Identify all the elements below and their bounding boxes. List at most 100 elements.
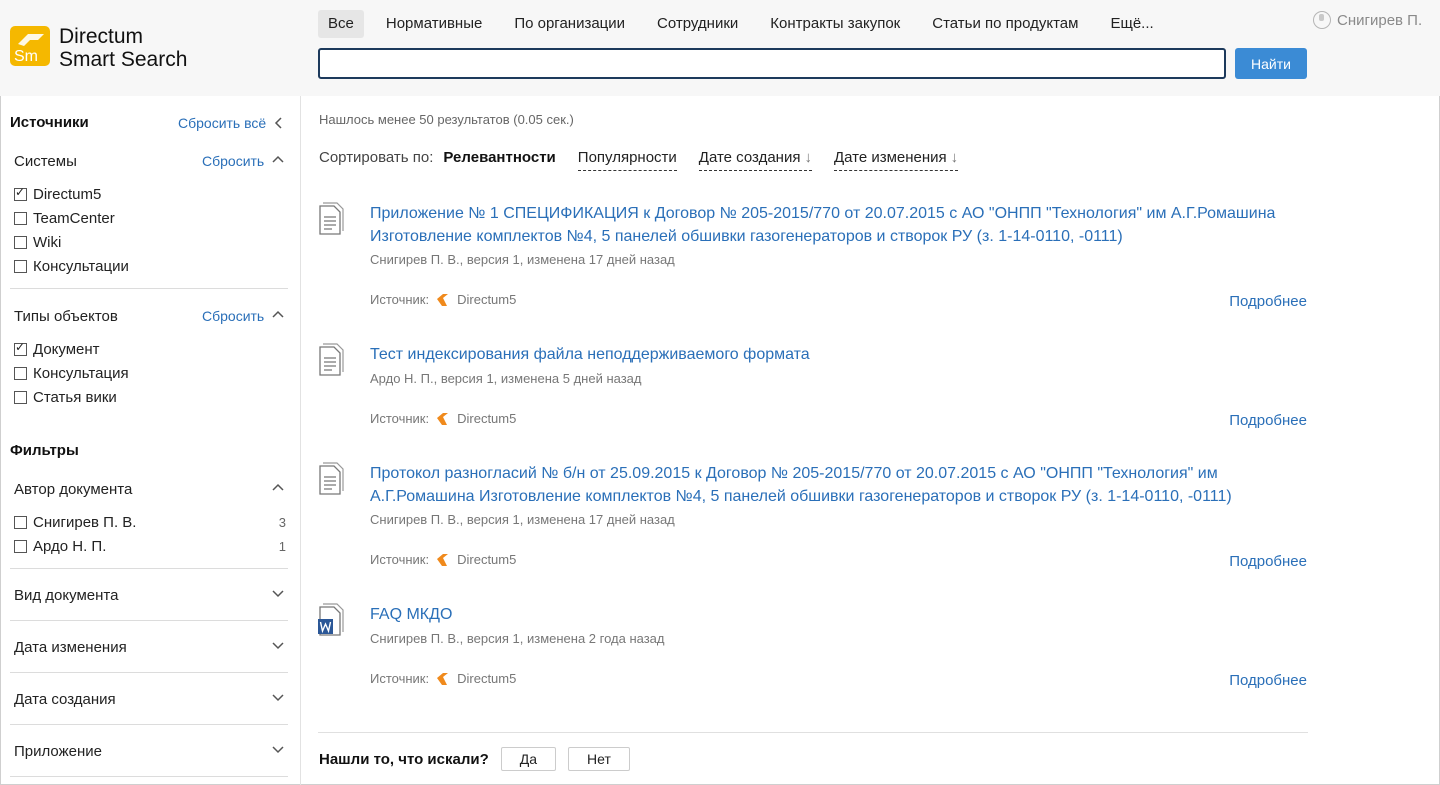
- filter-system-wiki[interactable]: Wiki: [14, 234, 286, 251]
- filter-author-ardo[interactable]: Ардо Н. П. 1: [14, 538, 286, 555]
- checkbox-label: Консультация: [33, 365, 129, 382]
- feedback-yes-button[interactable]: Да: [500, 747, 557, 771]
- author-chevron-up-icon[interactable]: [271, 480, 285, 494]
- result-source: Источник: Directum5: [370, 292, 516, 307]
- filter-system-teamcenter[interactable]: TeamCenter: [14, 210, 286, 227]
- text-document-icon: [319, 343, 344, 376]
- feedback-no-button[interactable]: Нет: [568, 747, 630, 771]
- filter-author-snigirev[interactable]: Снигирев П. В. 3: [14, 514, 286, 531]
- result-title-link[interactable]: FAQ МКДО: [370, 603, 1300, 626]
- checkbox[interactable]: [14, 391, 27, 404]
- result-title-link[interactable]: Тест индексирования файла неподдерживаем…: [370, 343, 1300, 366]
- object-types-group-title: Типы объектов: [14, 308, 118, 325]
- systems-chevron-up-icon[interactable]: [271, 152, 285, 166]
- reset-all-link[interactable]: Сбросить всё: [178, 115, 266, 131]
- text-document-icon: [319, 202, 344, 235]
- sort-modified-date[interactable]: Дате изменения ↓: [833, 149, 959, 171]
- directum-source-icon: [437, 412, 449, 425]
- sources-title: Источники: [10, 114, 89, 131]
- sort-option-label: Релевантности: [443, 149, 556, 166]
- logo-text: Directum Smart Search: [59, 25, 187, 71]
- checkbox[interactable]: [14, 516, 27, 529]
- sort-created-date[interactable]: Дате создания ↓: [698, 149, 812, 171]
- tab-by-organization[interactable]: По организации: [504, 10, 635, 38]
- sort-arrow-down-icon: ↓: [950, 149, 959, 166]
- source-name: Directum5: [457, 671, 517, 686]
- doc-kind-chevron-down-icon[interactable]: [271, 587, 285, 601]
- sort-popularity[interactable]: Популярности: [577, 149, 677, 171]
- checkbox-label: Консультации: [33, 258, 129, 275]
- tab-procurement-contracts[interactable]: Контракты закупок: [760, 10, 910, 38]
- checkbox-checked[interactable]: [14, 340, 27, 356]
- divider: [10, 620, 288, 621]
- filter-system-directum5[interactable]: Directum5: [14, 185, 286, 203]
- filter-type-consultation[interactable]: Консультация: [14, 365, 286, 382]
- object-types-reset-link[interactable]: Сбросить: [202, 308, 264, 324]
- divider: [10, 776, 288, 777]
- checkbox[interactable]: [14, 260, 27, 273]
- filter-type-wiki-article[interactable]: Статья вики: [14, 389, 286, 406]
- feedback-bar: Нашли то, что искали? Да Нет: [319, 747, 642, 771]
- tab-normative[interactable]: Нормативные: [376, 10, 492, 38]
- result-more-link[interactable]: Подробнее: [1229, 412, 1307, 429]
- search-input[interactable]: [318, 48, 1226, 79]
- source-name: Directum5: [457, 292, 517, 307]
- header: Sm Directum Smart Search Все Нормативные…: [0, 0, 1440, 96]
- logo-mark-text: Sm: [14, 48, 38, 65]
- result-meta: Снигирев П. В., версия 1, изменена 17 дн…: [370, 252, 675, 267]
- modified-date-group-title[interactable]: Дата изменения: [14, 639, 127, 656]
- result-title-link[interactable]: Протокол разногласий № б/н от 25.09.2015…: [370, 462, 1300, 508]
- user-menu[interactable]: Снигирев П.: [1313, 11, 1422, 29]
- result-more-link[interactable]: Подробнее: [1229, 553, 1307, 570]
- sort-option-label: Дате создания: [698, 149, 801, 166]
- results-count: Нашлось менее 50 результатов (0.05 сек.): [319, 112, 574, 127]
- result-meta: Снигирев П. В., версия 1, изменена 2 год…: [370, 631, 665, 646]
- directum-source-icon: [437, 293, 449, 306]
- tab-more[interactable]: Ещё...: [1100, 10, 1163, 38]
- filters-title: Фильтры: [10, 442, 79, 459]
- checkbox[interactable]: [14, 212, 27, 225]
- logo-line1: Directum: [59, 25, 144, 48]
- divider: [318, 732, 1308, 733]
- text-document-icon: [319, 462, 344, 495]
- result-meta: Ардо Н. П., версия 1, изменена 5 дней на…: [370, 371, 642, 386]
- filter-system-consultations[interactable]: Консультации: [14, 258, 286, 275]
- result-more-link[interactable]: Подробнее: [1229, 672, 1307, 689]
- author-group-title: Автор документа: [14, 481, 133, 498]
- sort-bar: Сортировать по: Релевантности Популярнос…: [319, 149, 980, 171]
- modified-date-chevron-down-icon[interactable]: [271, 639, 285, 653]
- sort-relevance[interactable]: Релевантности: [443, 149, 555, 171]
- result-title-link[interactable]: Приложение № 1 СПЕЦИФИКАЦИЯ к Договор № …: [370, 202, 1300, 248]
- source-label: Источник:: [370, 671, 430, 686]
- checkbox-label: Снигирев П. В.: [33, 514, 137, 531]
- result-meta: Снигирев П. В., версия 1, изменена 17 дн…: [370, 512, 675, 527]
- checkbox-checked[interactable]: [14, 185, 27, 201]
- systems-reset-link[interactable]: Сбросить: [202, 153, 264, 169]
- tab-employees[interactable]: Сотрудники: [647, 10, 748, 38]
- created-date-group-title[interactable]: Дата создания: [14, 691, 116, 708]
- search-button[interactable]: Найти: [1235, 48, 1307, 79]
- tab-product-articles[interactable]: Статьи по продуктам: [922, 10, 1088, 38]
- directum-source-icon: [437, 553, 449, 566]
- application-group-title[interactable]: Приложение: [14, 743, 102, 760]
- checkbox[interactable]: [14, 367, 27, 380]
- object-types-chevron-up-icon[interactable]: [271, 307, 285, 321]
- sort-option-label: Популярности: [577, 149, 677, 166]
- checkbox-label: TeamCenter: [33, 210, 115, 227]
- directum-source-icon: [437, 672, 449, 685]
- result-source: Источник: Directum5: [370, 671, 516, 686]
- filter-type-document[interactable]: Документ: [14, 340, 286, 358]
- user-avatar-icon: [1313, 11, 1331, 29]
- tab-all[interactable]: Все: [318, 10, 364, 38]
- divider: [10, 568, 288, 569]
- created-date-chevron-down-icon[interactable]: [271, 691, 285, 705]
- doc-kind-group-title[interactable]: Вид документа: [14, 587, 118, 604]
- checkbox-label: Ардо Н. П.: [33, 538, 107, 555]
- collapse-sidebar-chevron-left-icon[interactable]: [272, 116, 286, 130]
- checkbox-label: Wiki: [33, 234, 62, 251]
- checkbox[interactable]: [14, 540, 27, 553]
- result-source: Источник: Directum5: [370, 552, 516, 567]
- application-chevron-down-icon[interactable]: [271, 743, 285, 757]
- result-more-link[interactable]: Подробнее: [1229, 293, 1307, 310]
- checkbox[interactable]: [14, 236, 27, 249]
